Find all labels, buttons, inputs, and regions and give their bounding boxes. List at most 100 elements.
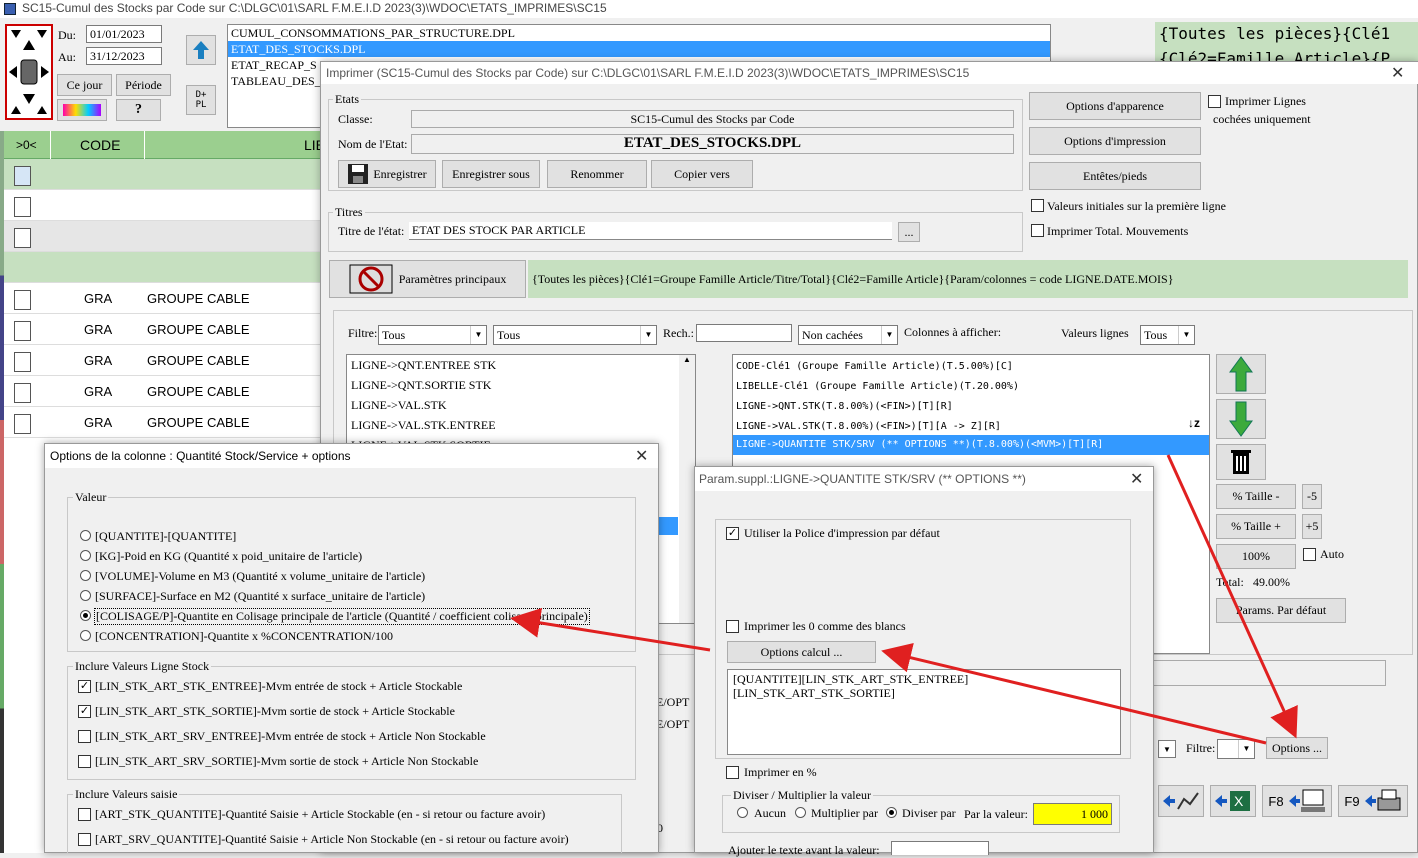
ce-jour-button[interactable]: Ce jour [57,74,112,96]
row-checkbox[interactable] [14,228,31,248]
row-checkbox[interactable] [14,414,31,434]
copier-vers-button[interactable]: Copier vers [651,160,753,188]
grid-group-row[interactable] [4,252,322,283]
imprimer-zero-checkbox[interactable] [726,620,739,633]
file-item-selected[interactable]: ETAT_DES_STOCKS.DPL [228,41,1050,57]
plus5-button[interactable]: +5 [1302,514,1322,539]
options-impression-button[interactable]: Options d'impression [1029,127,1201,155]
valeurs-initiales-checkbox[interactable] [1031,199,1044,212]
available-column-item[interactable]: LIGNE->QNT.ENTREE STK [347,355,695,375]
shown-column-item[interactable]: LIBELLE-Clé1 (Groupe Famille Article)(T.… [733,375,1209,395]
available-column-item[interactable]: LIGNE->QNT.SORTIE STK [347,375,695,395]
grid-row[interactable]: GRA GROUPE CABLE [4,345,322,376]
pct100-button[interactable]: 100% [1216,544,1296,569]
utiliser-police-checkbox[interactable]: ✓ [726,527,739,540]
sort-az-icon[interactable]: ↓z [1188,416,1200,430]
shown-column-item-selected[interactable]: LIGNE->QUANTITE STK/SRV (** OPTIONS **)(… [733,435,1209,455]
shown-column-item[interactable]: LIGNE->QNT.STK(T.8.00%)(<FIN>)[T][R] [733,395,1209,415]
rech-input[interactable] [696,324,792,342]
grid-row[interactable]: GRA GROUPE CABLE [4,283,322,314]
filtre-select-2[interactable]: Tous ▼ [493,325,657,345]
renommer-button[interactable]: Renommer [547,160,647,188]
move-down-button[interactable] [1216,399,1266,439]
taille-minus-button[interactable]: % Taille - [1216,484,1296,509]
art-srv-quantite-checkbox[interactable] [78,833,91,846]
taille-plus-button[interactable]: % Taille + [1216,514,1296,539]
filtre2-select[interactable]: ▼ [1217,739,1255,759]
srv-entree-checkbox[interactable] [78,730,91,743]
periode-button[interactable]: Période [116,74,171,96]
filtre-select-1[interactable]: Tous ▼ [378,325,487,345]
valeur-input[interactable]: 1 000 [1033,803,1112,825]
f9-print-button[interactable]: F9 [1338,785,1408,817]
entetes-pieds-button[interactable]: Entêtes/pieds [1029,162,1201,190]
row-checkbox[interactable] [14,290,31,310]
radio-volume[interactable] [80,570,91,581]
radio-diviser[interactable] [886,807,897,818]
imprimer-total-checkbox[interactable] [1031,224,1044,237]
radio-surface[interactable] [80,590,91,601]
row-checkbox[interactable] [14,321,31,341]
row-checkbox[interactable] [14,166,31,186]
options-button[interactable]: Options ... [1266,737,1328,759]
valeurs-lignes-select[interactable]: Tous ▼ [1140,325,1195,345]
grid-header-sel[interactable]: >0< [16,138,37,152]
stk-entree-checkbox[interactable]: ✓ [78,680,91,693]
srv-sortie-checkbox[interactable] [78,755,91,768]
radio-kg[interactable] [80,550,91,561]
row-checkbox[interactable] [14,383,31,403]
scrollbar[interactable]: ▲ [679,355,695,623]
available-column-item[interactable]: LIGNE->VAL.STK [347,395,695,415]
grid-row[interactable] [4,221,322,252]
radio-concentration[interactable] [80,630,91,641]
file-item[interactable]: CUMUL_CONSOMMATIONS_PAR_STRUCTURE.DPL [228,25,1050,41]
titre-ellipsis-button[interactable]: ... [898,222,920,242]
options-apparence-button[interactable]: Options d'apparence [1029,92,1201,120]
move-up-button[interactable] [1216,354,1266,394]
close-icon[interactable]: ✕ [635,446,648,466]
art-stk-quantite-checkbox[interactable] [78,808,91,821]
row-checkbox[interactable] [14,352,31,372]
color-palette-button[interactable] [57,99,107,121]
grid-row[interactable]: GRA GROUPE CABLE [4,407,322,438]
grid-row[interactable] [4,190,322,221]
imprimer-lignes-checkbox[interactable] [1208,95,1221,108]
cachees-select[interactable]: Non cachées ▼ [798,325,898,345]
enregistrer-sous-button[interactable]: Enregistrer sous [442,160,540,188]
au-date-field[interactable]: 31/12/2023 [86,47,162,65]
parametres-principaux-button[interactable]: Paramètres principaux [329,260,526,298]
close-icon[interactable]: ✕ [1130,469,1143,489]
delete-button[interactable] [1216,444,1266,480]
radio-multiplier[interactable] [795,807,806,818]
radio-colisage[interactable] [80,610,91,621]
small-dropdown[interactable]: ▼ [1158,740,1176,758]
radio-quantite[interactable] [80,530,91,541]
enregistrer-button[interactable]: Enregistrer [338,160,436,188]
shown-column-item[interactable]: LIGNE->VAL.STK(T.8.00%)(<FIN>)[T][A -> Z… [733,415,1209,435]
excel-export-button[interactable]: X [1210,785,1256,817]
stk-sortie-checkbox[interactable]: ✓ [78,705,91,718]
available-column-item[interactable]: LIGNE->VAL.STK.ENTREE [347,415,695,435]
titre-etat-input[interactable]: ETAT DES STOCK PAR ARTICLE [409,222,892,240]
minus5-button[interactable]: -5 [1302,484,1322,509]
row-checkbox[interactable] [14,197,31,217]
grid-group-row[interactable] [4,159,322,190]
upload-button[interactable] [186,35,216,65]
dpl-button[interactable]: D+ PL [186,85,216,115]
help-button[interactable]: ? [116,99,161,121]
chart-export-button[interactable] [1158,785,1204,817]
close-icon[interactable]: ✕ [1391,63,1404,83]
auto-checkbox[interactable] [1303,548,1316,561]
grid-row[interactable]: GRA GROUPE CABLE [4,376,322,407]
navigator-pad[interactable] [5,24,53,120]
formula-textarea[interactable]: [QUANTITE][LIN_STK_ART_STK_ENTREE] [LIN_… [727,669,1121,755]
options-calcul-button[interactable]: Options calcul ... [727,641,876,663]
radio-aucun[interactable] [737,807,748,818]
params-defaut-button[interactable]: Params. Par défaut [1216,598,1346,623]
grid-header-code[interactable]: CODE [80,137,120,153]
grid-row[interactable]: GRA GROUPE CABLE [4,314,322,345]
imprimer-pct-checkbox[interactable] [726,766,739,779]
f8-preview-button[interactable]: F8 [1262,785,1332,817]
du-date-field[interactable]: 01/01/2023 [86,25,162,43]
shown-column-item[interactable]: CODE-Clé1 (Groupe Famille Article)(T.5.0… [733,355,1209,375]
